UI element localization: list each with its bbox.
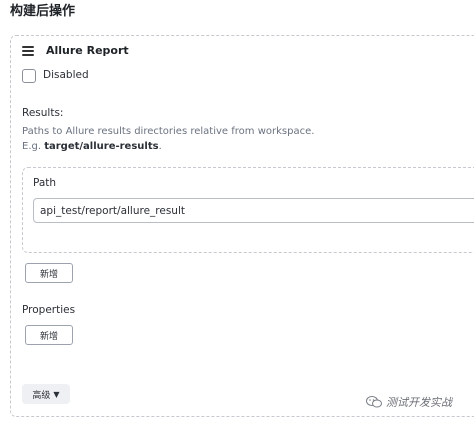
results-label: Results: [22,107,64,119]
add-property-button[interactable]: 新增 [25,325,73,345]
help-suffix: . [158,141,162,152]
help-prefix: E.g. [22,141,45,152]
properties-label: Properties [22,304,76,316]
disabled-checkbox[interactable] [22,69,36,83]
watermark-text: 测试开发实战 [386,396,452,409]
step-title: Allure Report [46,44,129,57]
drag-handle-icon[interactable] [22,46,34,56]
watermark: 测试开发实战 [366,394,452,410]
advanced-button[interactable]: 高级 ▼ [22,384,70,404]
results-help-example: E.g. target/allure-results. [22,141,162,152]
section-title: 构建后操作 [10,4,76,19]
add-result-button[interactable]: 新增 [25,263,73,283]
disabled-label: Disabled [43,69,89,81]
help-example-path: target/allure-results [44,141,159,152]
path-label: Path [33,177,57,189]
path-input[interactable] [33,198,474,223]
results-help-text: Paths to Allure results directories rela… [22,126,315,137]
advanced-label: 高级 [32,390,51,401]
chevron-down-icon: ▼ [53,389,60,399]
wechat-icon [366,396,382,408]
